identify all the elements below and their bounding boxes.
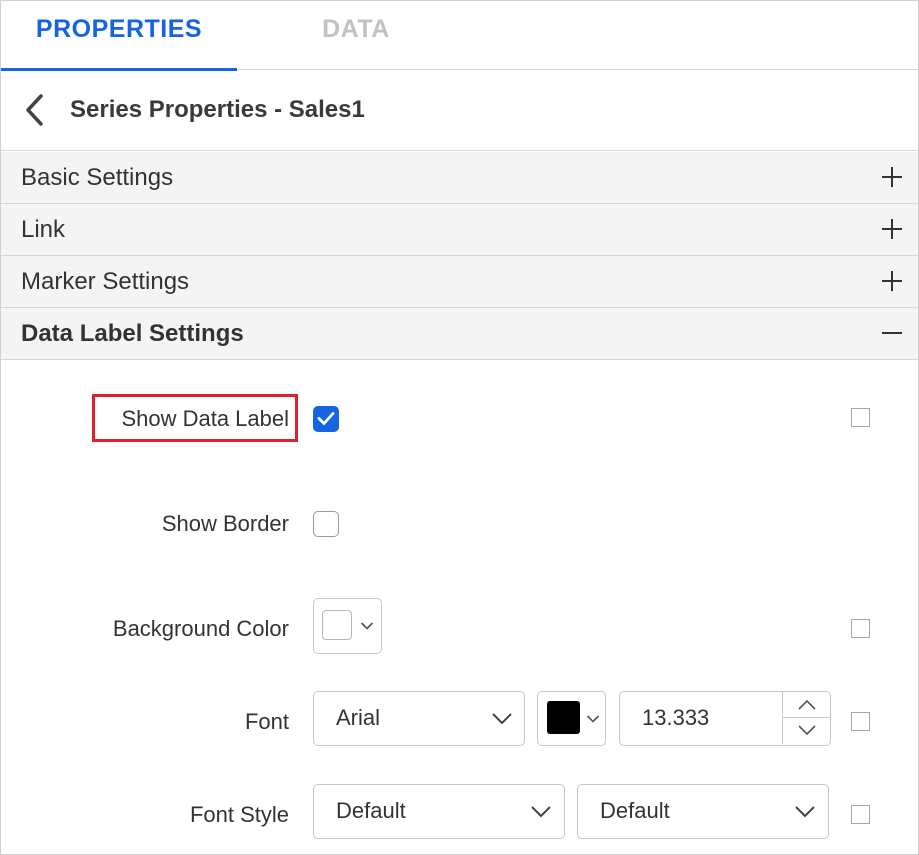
section-data-label-settings[interactable]: Data Label Settings [1,308,918,360]
chevron-left-icon[interactable] [19,92,51,128]
plus-icon[interactable] [882,219,902,239]
plus-icon[interactable] [882,167,902,187]
chevron-down-icon [798,725,816,736]
chevron-down-icon [795,806,815,818]
section-label: Basic Settings [21,164,174,191]
font-size-stepper[interactable]: 13.333 [619,691,831,746]
font-style-label: Font Style [189,802,289,827]
plus-icon[interactable] [882,271,902,291]
show-data-label-expression-checkbox[interactable] [851,408,870,427]
section-label: Link [21,216,66,243]
increment-button[interactable] [783,692,830,718]
properties-panel: PROPERTIES DATA Series Properties - Sale… [0,0,919,855]
panel-header: Series Properties - Sales1 [1,70,918,151]
section-label: Data Label Settings [21,320,244,347]
section-basic-settings[interactable]: Basic Settings [1,152,918,204]
show-data-label-checkbox[interactable] [313,406,339,432]
font-expression-checkbox[interactable] [851,712,870,731]
font-size-value: 13.333 [642,705,710,730]
chevron-down-icon [492,713,512,725]
tab-bar: PROPERTIES DATA [1,1,918,71]
color-swatch [547,701,580,734]
chevron-down-icon [360,622,374,630]
background-color-picker[interactable] [313,598,382,654]
section-label: Marker Settings [21,268,190,295]
font-style-value: Default [336,798,406,823]
chevron-down-icon [586,715,600,723]
show-border-checkbox[interactable] [313,511,339,537]
checkmark-icon [317,412,335,425]
chevron-down-icon [531,806,551,818]
color-swatch [322,610,352,640]
chevron-up-icon [798,699,816,710]
font-label: Font [244,709,289,734]
font-family-value: Arial [336,705,381,730]
decrement-button[interactable] [783,718,830,744]
background-color-expression-checkbox[interactable] [851,619,870,638]
background-color-label: Background Color [112,616,289,641]
font-family-dropdown[interactable]: Arial [313,691,525,746]
tab-properties[interactable]: PROPERTIES [1,1,237,71]
page-title: Series Properties - Sales1 [70,96,365,123]
font-color-picker[interactable] [537,691,606,746]
section-link[interactable]: Link [1,204,918,256]
tab-data[interactable]: DATA [237,1,475,70]
font-style-expression-checkbox[interactable] [851,805,870,824]
font-style-dropdown[interactable]: Default [313,784,565,839]
show-data-label-label: Show Data Label [121,406,289,431]
section-marker-settings[interactable]: Marker Settings [1,256,918,308]
show-border-label: Show Border [161,511,289,536]
font-weight-value: Default [600,798,670,823]
minus-icon[interactable] [882,323,902,343]
spin-buttons [782,692,830,744]
font-weight-dropdown[interactable]: Default [577,784,829,839]
